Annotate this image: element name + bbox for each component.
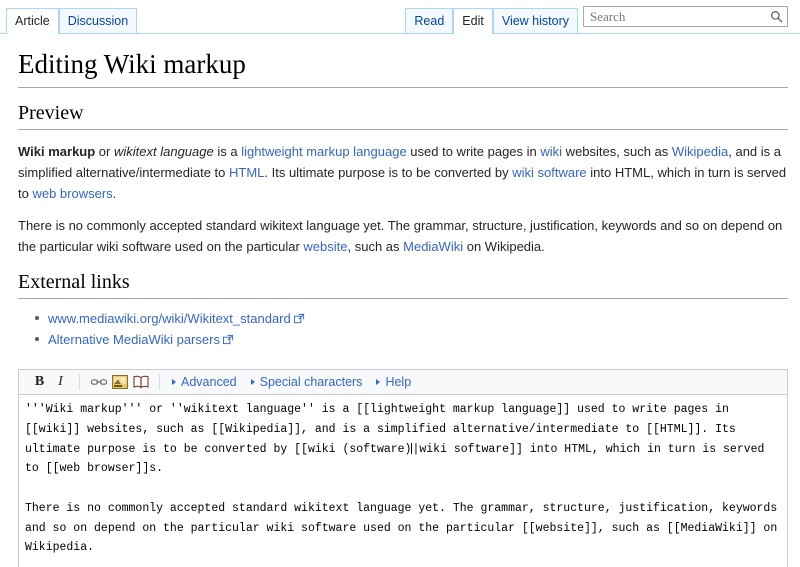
link-wiki[interactable]: wiki [540, 144, 562, 159]
preview-paragraph-1: Wiki markup or wikitext language is a li… [18, 141, 788, 204]
content-area: Editing Wiki markup Preview Wiki markup … [0, 48, 800, 350]
tab-read[interactable]: Read [405, 8, 453, 33]
search-box [583, 6, 788, 27]
tab-view-history-label: View history [502, 15, 569, 28]
link-wiki-software[interactable]: wiki software [512, 165, 586, 180]
preview-paragraph-2: There is no commonly accepted standard w… [18, 215, 788, 257]
bold-icon[interactable]: B [29, 372, 50, 392]
search-input[interactable] [584, 7, 765, 26]
list-item: www.mediawiki.org/wiki/Wikitext_standard [48, 308, 788, 329]
external-link-icon [294, 309, 305, 320]
tabbar-underline [0, 33, 800, 34]
reference-book-icon[interactable] [130, 372, 151, 392]
chevron-right-icon [376, 379, 380, 385]
list-item: Alternative MediaWiki parsers [48, 329, 788, 350]
link-lightweight-markup-language[interactable]: lightweight markup language [241, 144, 407, 159]
toolbar-divider [79, 374, 80, 390]
insert-group [82, 370, 157, 394]
tab-article-label: Article [15, 15, 50, 28]
wikitext-after-caret: |wiki software]] into HTML, which in tur… [25, 443, 784, 567]
external-links-list: www.mediawiki.org/wiki/Wikitext_standard… [18, 308, 788, 350]
search-icon[interactable] [765, 7, 787, 26]
tab-article[interactable]: Article [6, 8, 59, 33]
external-link-icon [223, 330, 234, 341]
top-navigation-bar: Article Discussion Read Edit View histor… [0, 0, 800, 34]
external-link-wikitext-standard[interactable]: www.mediawiki.org/wiki/Wikitext_standard [48, 311, 291, 326]
toolbar-menu-advanced[interactable]: Advanced [172, 375, 237, 389]
toolbar-menu-advanced-label: Advanced [181, 375, 237, 389]
tab-discussion-label: Discussion [68, 15, 128, 28]
link-web-browsers[interactable]: web browsers [32, 186, 112, 201]
term-wikitext-language: wikitext language [114, 144, 214, 159]
chevron-right-icon [172, 379, 176, 385]
preview-heading: Preview [18, 100, 788, 130]
toolbar-menu-help-label: Help [385, 375, 411, 389]
link-wikipedia[interactable]: Wikipedia [672, 144, 728, 159]
tab-discussion[interactable]: Discussion [59, 8, 137, 33]
term-wiki-markup: Wiki markup [18, 144, 95, 159]
page-title: Editing Wiki markup [18, 48, 788, 88]
toolbar-menu-special-characters-label: Special characters [260, 375, 363, 389]
wikitext-textarea[interactable]: '''Wiki markup''' or ''wikitext language… [19, 395, 787, 567]
external-links-heading: External links [18, 269, 788, 299]
italic-icon[interactable]: I [50, 372, 71, 392]
tab-edit[interactable]: Edit [453, 8, 493, 33]
link-website[interactable]: website [303, 239, 347, 254]
toolbar-menu-help[interactable]: Help [376, 375, 411, 389]
external-link-alternative-parsers[interactable]: Alternative MediaWiki parsers [48, 332, 220, 347]
tab-edit-label: Edit [462, 15, 484, 28]
chevron-right-icon [251, 379, 255, 385]
format-group: B I [23, 370, 77, 394]
tab-view-history[interactable]: View history [493, 8, 578, 33]
toolbar-menu-special-characters[interactable]: Special characters [251, 375, 363, 389]
embedded-file-icon[interactable] [109, 372, 130, 392]
view-tabs: Read Edit View history [405, 8, 578, 33]
wikitext-editor: B I [18, 369, 788, 567]
toolbar-divider [159, 374, 160, 390]
link-mediawiki[interactable]: MediaWiki [403, 239, 463, 254]
tab-read-label: Read [414, 15, 444, 28]
editor-toolbar: B I [19, 370, 787, 395]
namespace-tabs: Article Discussion [6, 8, 137, 33]
link-html[interactable]: HTML [229, 165, 264, 180]
link-chain-icon[interactable] [88, 372, 109, 392]
